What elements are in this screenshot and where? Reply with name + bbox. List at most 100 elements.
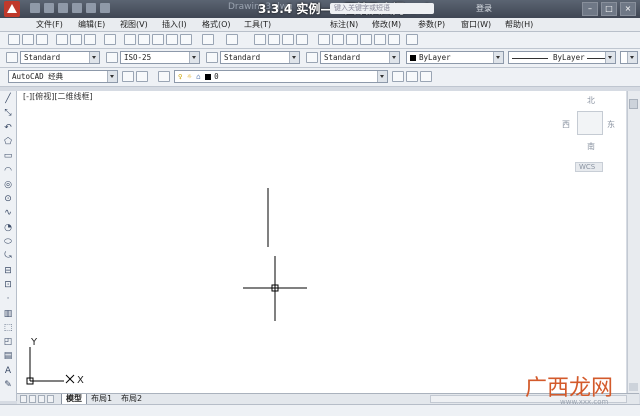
scroll-thumb[interactable] [629, 99, 638, 109]
draw-tool-12-icon[interactable]: ⊟ [3, 266, 13, 276]
autocad-logo-icon[interactable] [4, 1, 20, 17]
save-file-icon[interactable] [36, 34, 48, 45]
draw-tool-5-icon[interactable]: ◠ [3, 166, 13, 176]
redo-toolbar-icon[interactable] [226, 34, 238, 45]
viewcube-icon[interactable] [577, 111, 603, 135]
layer-previous-icon[interactable] [406, 71, 418, 82]
text-style-icon[interactable] [6, 52, 18, 63]
tool-palettes-icon[interactable] [346, 34, 358, 45]
viewcube-south[interactable]: 南 [587, 141, 595, 152]
vertical-scrollbar[interactable] [627, 91, 640, 393]
draw-tool-15-icon[interactable]: ▥ [3, 309, 13, 319]
save-icon[interactable] [58, 3, 68, 13]
menu-item-8[interactable]: 参数(P) [418, 19, 445, 30]
draw-tool-17-icon[interactable]: ◰ [3, 338, 13, 347]
zoom-realtime-icon[interactable] [268, 34, 280, 45]
draw-tool-16-icon[interactable]: ⬚ [3, 323, 13, 333]
match-properties-icon[interactable] [166, 34, 178, 45]
qnew-icon[interactable] [8, 34, 20, 45]
plot-preview-icon[interactable] [70, 34, 82, 45]
workspace-settings-icon[interactable] [122, 71, 134, 82]
draw-tool-0-icon[interactable]: ╱ [3, 95, 13, 104]
menu-item-7[interactable]: 修改(M) [372, 19, 401, 30]
publish-icon[interactable] [84, 34, 96, 45]
next-tab-icon[interactable] [38, 395, 45, 403]
draw-tool-3-icon[interactable]: ⬠ [3, 137, 13, 147]
viewcube-west[interactable]: 西 [562, 119, 570, 130]
dim-style-icon[interactable] [106, 52, 118, 63]
copy-icon[interactable] [138, 34, 150, 45]
cut-icon[interactable] [124, 34, 136, 45]
draw-tool-18-icon[interactable]: ▤ [3, 352, 13, 361]
open-icon[interactable] [44, 3, 54, 13]
drawing-canvas[interactable]: [-][俯视][二维线框] Y X [17, 91, 626, 393]
color-select[interactable]: ByLayer [406, 51, 504, 64]
draw-tool-20-icon[interactable]: ✎ [3, 381, 13, 390]
make-current-layer-icon[interactable] [392, 71, 404, 82]
draw-tool-19-icon[interactable]: A [3, 366, 13, 376]
plot-icon[interactable] [100, 3, 110, 13]
new-icon[interactable] [30, 3, 40, 13]
scroll-down-icon[interactable] [629, 383, 638, 391]
paste-icon[interactable] [152, 34, 164, 45]
menu-item-3[interactable]: 插入(I) [162, 19, 187, 30]
lineweight-select[interactable] [620, 51, 638, 64]
help-icon[interactable] [406, 34, 418, 45]
menu-item-1[interactable]: 编辑(E) [78, 19, 105, 30]
draw-tool-2-icon[interactable]: ↶ [3, 123, 13, 133]
viewcube-north[interactable]: 北 [587, 95, 595, 106]
draw-tool-13-icon[interactable]: ⊡ [3, 280, 13, 290]
quickcalc-icon[interactable] [388, 34, 400, 45]
sheet-set-icon[interactable] [360, 34, 372, 45]
layer-state-icon[interactable] [420, 71, 432, 82]
menu-item-10[interactable]: 帮助(H) [505, 19, 533, 30]
last-tab-icon[interactable] [47, 395, 54, 403]
dim-style-select[interactable]: ISO-25 [120, 51, 200, 64]
draw-tool-10-icon[interactable]: ⬭ [3, 238, 13, 247]
multileader-style-select[interactable]: Standard [320, 51, 400, 64]
login-link[interactable]: 登录 [476, 3, 492, 14]
menu-item-4[interactable]: 格式(O) [202, 19, 231, 30]
my-workspace-icon[interactable] [136, 71, 148, 82]
menu-item-9[interactable]: 窗口(W) [461, 19, 491, 30]
3d-dwf-icon[interactable] [104, 34, 116, 45]
workspace-select[interactable]: AutoCAD 经典 [8, 70, 118, 83]
redo-icon[interactable] [86, 3, 96, 13]
table-style-select[interactable]: Standard [220, 51, 300, 64]
maximize-button[interactable]: □ [601, 2, 617, 16]
minimize-button[interactable]: – [582, 2, 598, 16]
block-editor-icon[interactable] [180, 34, 192, 45]
tab-layout1[interactable]: 布局1 [87, 394, 116, 404]
draw-tool-14-icon[interactable]: · [3, 295, 13, 304]
markup-icon[interactable] [374, 34, 386, 45]
menu-item-2[interactable]: 视图(V) [120, 19, 148, 30]
wcs-menu[interactable]: WCS [575, 162, 603, 172]
first-tab-icon[interactable] [20, 395, 27, 403]
multileader-style-icon[interactable] [306, 52, 318, 63]
prev-tab-icon[interactable] [29, 395, 36, 403]
tab-layout2[interactable]: 布局2 [117, 394, 146, 404]
design-center-icon[interactable] [332, 34, 344, 45]
close-button[interactable]: × [620, 2, 636, 16]
menu-item-5[interactable]: 工具(T) [244, 19, 271, 30]
undo-icon[interactable] [72, 3, 82, 13]
menu-item-6[interactable]: 标注(N) [330, 19, 358, 30]
draw-tool-9-icon[interactable]: ◔ [3, 223, 13, 233]
draw-tool-4-icon[interactable]: ▭ [3, 152, 13, 161]
zoom-previous-icon[interactable] [296, 34, 308, 45]
open-file-icon[interactable] [22, 34, 34, 45]
menu-item-0[interactable]: 文件(F) [36, 19, 63, 30]
viewcube-east[interactable]: 东 [607, 119, 615, 130]
linetype-select[interactable]: ByLayer [508, 51, 616, 64]
zoom-window-icon[interactable] [282, 34, 294, 45]
draw-tool-11-icon[interactable]: ⤿ [3, 252, 13, 261]
draw-tool-1-icon[interactable]: ⤡ [3, 109, 13, 118]
pan-icon[interactable] [254, 34, 266, 45]
table-style-icon[interactable] [206, 52, 218, 63]
search-input[interactable]: 键入关键字或短语 [330, 3, 434, 14]
layer-properties-icon[interactable] [158, 71, 170, 82]
print-icon[interactable] [56, 34, 68, 45]
draw-tool-6-icon[interactable]: ◎ [3, 180, 13, 190]
layer-select[interactable]: ♀ ☼ ⌂ 0 [174, 70, 388, 83]
undo-toolbar-icon[interactable] [202, 34, 214, 45]
